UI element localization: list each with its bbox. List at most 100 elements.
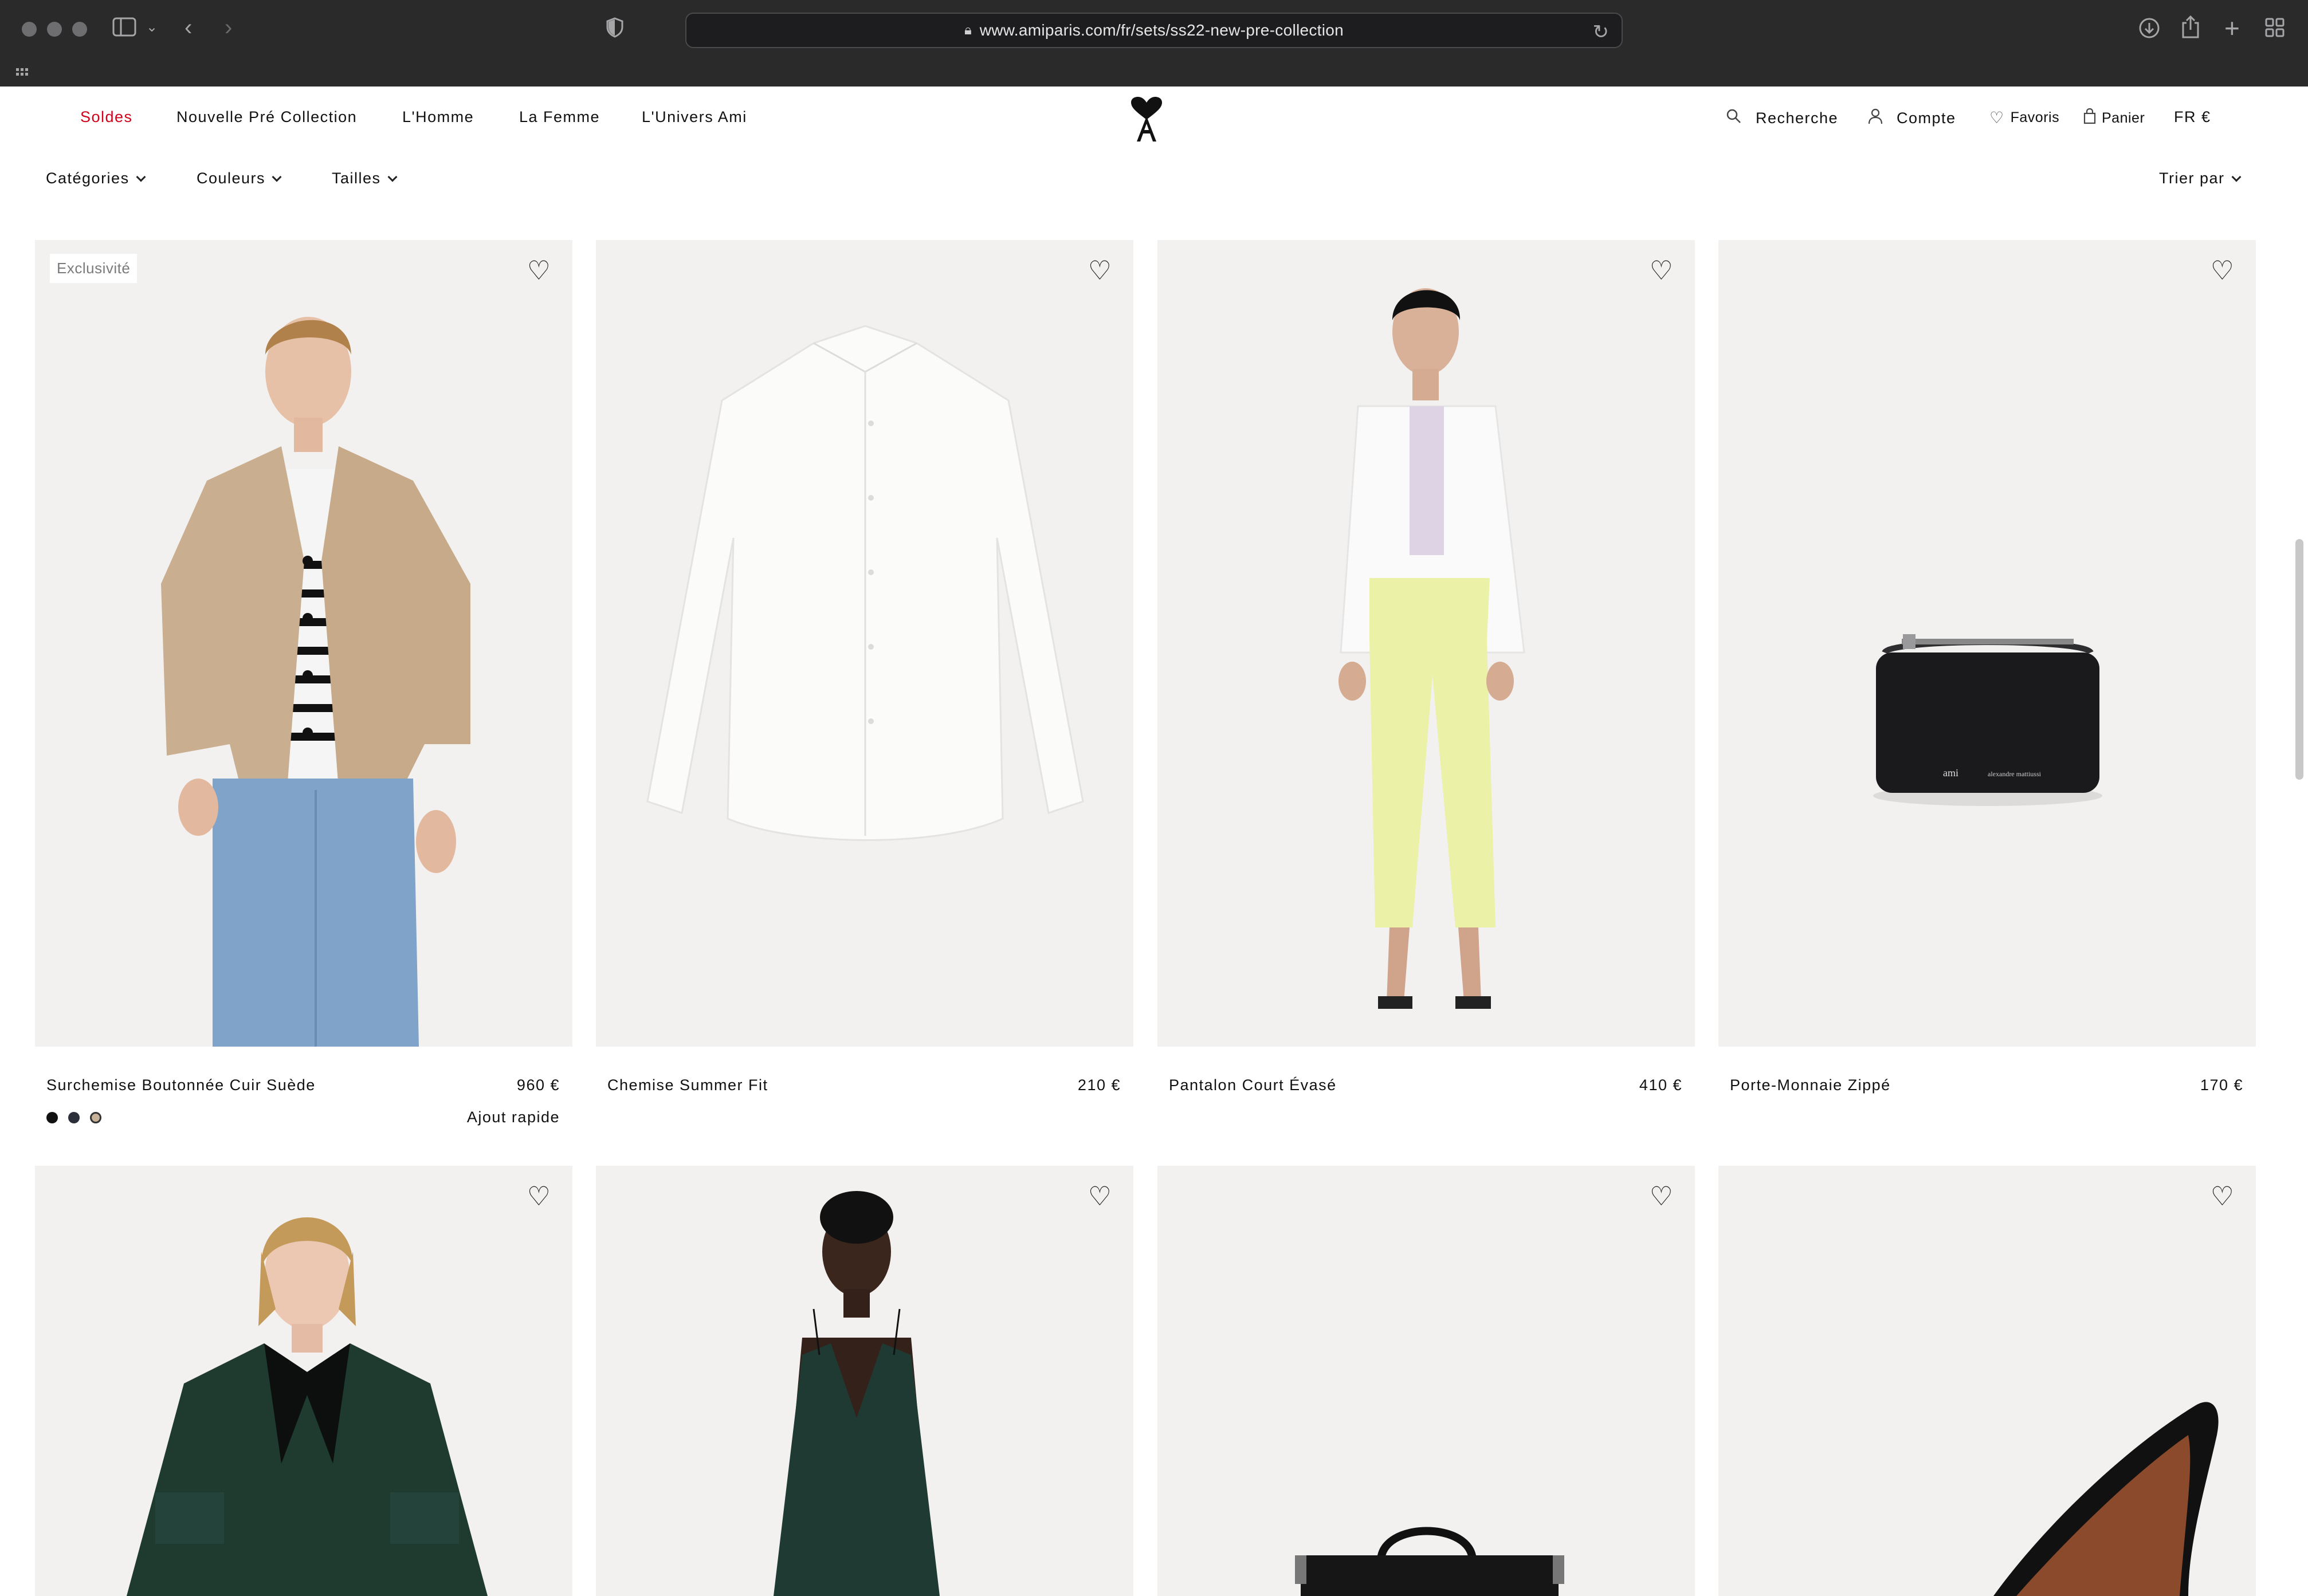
cart-link[interactable]: Panier — [2083, 108, 2145, 128]
product-card[interactable]: ♡ Chemise Summer Fit 210 € — [596, 240, 1133, 1094]
product-price: 410 € — [1639, 1076, 1682, 1094]
minimize-window-button[interactable] — [47, 22, 62, 37]
product-photo — [1295, 1527, 1564, 1596]
tab-overview-icon[interactable] — [2264, 17, 2285, 42]
filter-sizes[interactable]: Tailles — [332, 170, 398, 187]
product-image[interactable]: ♡ — [596, 1166, 1133, 1596]
nav-soldes[interactable]: Soldes — [80, 108, 133, 126]
product-title[interactable]: Chemise Summer Fit — [607, 1076, 768, 1094]
nav-homme[interactable]: L'Homme — [402, 108, 474, 126]
product-image[interactable]: ♡ — [1718, 1166, 2256, 1596]
shield-icon[interactable] — [606, 17, 623, 42]
product-photo — [1339, 288, 1525, 1009]
swatch-beige[interactable] — [90, 1112, 101, 1123]
product-image[interactable]: ♡ — [596, 240, 1133, 1047]
product-card[interactable]: ♡ Pantalon Court Évasé 410 € — [1157, 240, 1695, 1094]
share-icon[interactable] — [2181, 15, 2200, 43]
favorites-label: Favoris — [2010, 109, 2060, 125]
sidebar-toggle-icon[interactable] — [112, 17, 136, 41]
nav-femme[interactable]: La Femme — [519, 108, 600, 126]
filter-sizes-label: Tailles — [332, 170, 381, 187]
product-title[interactable]: Porte-Monnaie Zippé — [1730, 1076, 1891, 1094]
page-scrollbar[interactable] — [2292, 87, 2308, 1596]
zoom-window-button[interactable] — [72, 22, 87, 37]
product-image[interactable]: ♡ — [1157, 240, 1695, 1047]
product-price: 170 € — [2200, 1076, 2243, 1094]
forward-icon[interactable]: › — [225, 16, 232, 39]
heart-outline-icon[interactable]: ♡ — [527, 257, 551, 284]
sort-dropdown[interactable]: Trier par — [2159, 170, 2242, 187]
product-photo — [1993, 1402, 2219, 1596]
search-label: Recherche — [1756, 109, 1839, 127]
filter-categories[interactable]: Catégories — [46, 170, 146, 187]
nav-univers-ami[interactable]: L'Univers Ami — [642, 108, 747, 126]
product-photo — [161, 317, 470, 1047]
account-label: Compte — [1897, 109, 1956, 127]
chevron-down-icon[interactable]: ⌄ — [146, 21, 158, 34]
url-text: www.amiparis.com/fr/sets/ss22-new-pre-co… — [979, 21, 1344, 39]
back-icon[interactable]: ‹ — [185, 16, 192, 39]
scrollbar-thumb[interactable] — [2295, 539, 2303, 780]
bag-icon — [2083, 108, 2096, 128]
locale-selector[interactable]: FR € — [2174, 108, 2211, 126]
product-card[interactable]: ♡ — [1157, 1166, 1695, 1596]
heart-outline-icon[interactable]: ♡ — [1088, 257, 1112, 284]
reload-icon[interactable]: ↻ — [1593, 21, 1610, 44]
product-image[interactable]: Exclusivité ♡ — [35, 240, 572, 1047]
sort-label: Trier par — [2159, 170, 2225, 187]
heart-outline-icon[interactable]: ♡ — [1650, 1183, 1673, 1209]
locale-label: FR € — [2174, 108, 2211, 125]
chevron-down-icon — [272, 172, 282, 182]
product-photo — [646, 325, 1084, 841]
product-image[interactable]: ♡ ami alexandre mattiussi — [1718, 240, 2256, 1047]
product-photo: ami alexandre mattiussi — [1873, 634, 2102, 806]
browser-toolbar: ⌄ ‹ › 🔒︎ www.amiparis.com/fr/sets/ss22-n… — [0, 0, 2308, 87]
nav-nouvelle-pre-collection[interactable]: Nouvelle Pré Collection — [176, 108, 357, 126]
swatch-black[interactable] — [46, 1112, 58, 1123]
lock-icon: 🔒︎ — [964, 22, 972, 38]
product-photo — [127, 1217, 488, 1596]
product-price: 210 € — [1077, 1076, 1121, 1094]
product-image[interactable]: ♡ — [35, 1166, 572, 1596]
favorites-link[interactable]: ♡ Favoris — [1989, 108, 2059, 127]
search-link[interactable]: Recherche — [1726, 108, 1838, 128]
account-link[interactable]: Compte — [1868, 108, 1956, 128]
new-tab-icon[interactable]: + — [2224, 15, 2240, 41]
color-swatches — [46, 1112, 101, 1123]
window-controls[interactable] — [22, 22, 87, 37]
favorites-grid-icon[interactable] — [16, 61, 32, 84]
product-card[interactable]: Exclusivité ♡ Surchemise Boutonnée Cuir … — [35, 240, 572, 1126]
swatch-navy[interactable] — [68, 1112, 80, 1123]
filter-bar: Catégories Couleurs Tailles Trier par — [0, 170, 2308, 192]
product-image[interactable]: ♡ — [1157, 1166, 1695, 1596]
heart-outline-icon[interactable]: ♡ — [1088, 1183, 1112, 1209]
filter-categories-label: Catégories — [46, 170, 129, 187]
close-window-button[interactable] — [22, 22, 37, 37]
download-icon[interactable] — [2138, 17, 2160, 43]
svg-text:ami: ami — [1943, 767, 1958, 779]
product-photo — [774, 1191, 940, 1596]
chevron-down-icon — [387, 172, 398, 182]
exclusive-badge: Exclusivité — [50, 254, 138, 283]
heart-outline-icon[interactable]: ♡ — [527, 1183, 551, 1209]
quick-add-button[interactable]: Ajout rapide — [467, 1108, 560, 1126]
product-title[interactable]: Surchemise Boutonnée Cuir Suède — [46, 1076, 316, 1094]
product-card[interactable]: ♡ — [1718, 1166, 2256, 1596]
site-header: Soldes Nouvelle Pré Collection L'Homme L… — [0, 87, 2308, 150]
product-card[interactable]: ♡ — [596, 1166, 1133, 1596]
chevron-down-icon — [2231, 172, 2242, 182]
filter-colors[interactable]: Couleurs — [197, 170, 282, 187]
ami-logo[interactable] — [1126, 97, 1167, 141]
heart-icon: ♡ — [1989, 109, 2005, 127]
heart-outline-icon[interactable]: ♡ — [2211, 257, 2234, 284]
heart-outline-icon[interactable]: ♡ — [1650, 257, 1673, 284]
product-title[interactable]: Pantalon Court Évasé — [1169, 1076, 1337, 1094]
heart-outline-icon[interactable]: ♡ — [2211, 1183, 2234, 1209]
address-bar[interactable]: 🔒︎ www.amiparis.com/fr/sets/ss22-new-pre… — [685, 13, 1623, 48]
product-price: 960 € — [516, 1076, 560, 1094]
svg-text:alexandre mattiussi: alexandre mattiussi — [1988, 770, 2042, 778]
user-icon — [1868, 108, 1883, 128]
cart-label: Panier — [2102, 110, 2145, 126]
product-card[interactable]: ♡ — [35, 1166, 572, 1596]
product-card[interactable]: ♡ ami alexandre mattiussi Porte-Monnaie … — [1718, 240, 2256, 1094]
